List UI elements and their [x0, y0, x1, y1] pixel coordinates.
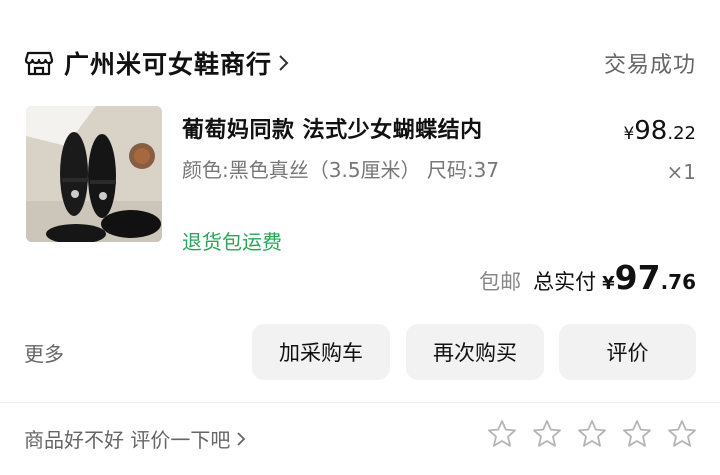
total-integer: 97 [614, 258, 661, 297]
divider [0, 402, 720, 403]
price-decimal: .22 [667, 123, 696, 144]
product-spec: 颜色:黑色真丝（3.5厘米） 尺码:37 [182, 158, 500, 182]
price-currency: ¥ [623, 124, 635, 144]
buy-again-button[interactable]: 再次购买 [406, 324, 544, 380]
star-icon[interactable] [666, 418, 698, 450]
more-button[interactable]: 更多 [24, 338, 64, 367]
chevron-right-icon[interactable] [278, 53, 290, 73]
star-icon[interactable] [486, 418, 518, 450]
star-rating[interactable] [486, 418, 698, 450]
review-button[interactable]: 评价 [559, 324, 696, 380]
total-paid: 包邮 总实付 ¥97.76 [479, 258, 696, 297]
chevron-right-icon [237, 431, 246, 446]
total-label: 总实付 [533, 270, 597, 294]
review-prompt-text: 商品好不好 评价一下吧 [24, 428, 231, 452]
store-icon [24, 51, 54, 76]
total-decimal: .76 [660, 270, 696, 294]
store-name-link[interactable]: 广州米可女鞋商行 [64, 45, 272, 81]
free-shipping-label: 包邮 [479, 270, 522, 294]
order-status: 交易成功 [603, 53, 696, 78]
quantity: ×1 [666, 160, 696, 184]
return-shipping-tag: 退货包运费 [182, 230, 282, 254]
add-to-cart-button[interactable]: 加采购车 [252, 324, 390, 380]
product-title[interactable]: 葡萄妈同款 法式少女蝴蝶结内 [182, 112, 552, 144]
star-icon[interactable] [576, 418, 608, 450]
star-icon[interactable] [621, 418, 653, 450]
price-integer: 98 [634, 116, 668, 146]
unit-price: ¥98.22 [623, 116, 696, 146]
total-currency: ¥ [602, 273, 615, 294]
product-thumbnail[interactable] [26, 106, 162, 242]
product-photo [26, 106, 162, 242]
review-prompt-link[interactable]: 商品好不好 评价一下吧 [24, 424, 246, 453]
star-icon[interactable] [531, 418, 563, 450]
store-header: 广州米可女鞋商行 交易成功 [24, 40, 696, 86]
